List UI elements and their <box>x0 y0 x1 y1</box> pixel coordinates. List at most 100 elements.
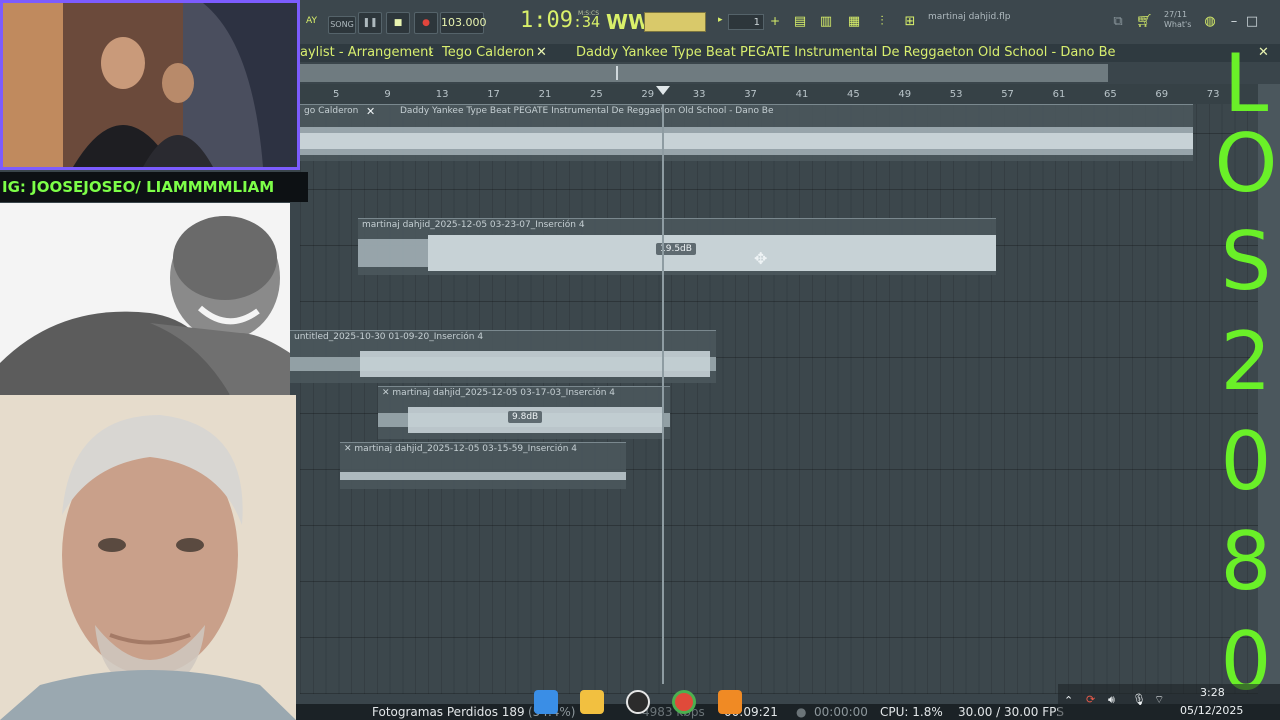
fl-studio-icon[interactable] <box>718 690 742 714</box>
stream-time: 00:00:00 <box>814 705 868 719</box>
timeline-ruler[interactable]: 5 9 13 17 21 25 29 33 37 41 45 49 53 57 61 65 69 73 <box>300 84 1258 105</box>
playlist-arrangement-name: Tego Calderon <box>442 45 535 60</box>
close-icon[interactable]: ✕ <box>536 44 547 62</box>
ruler-tick: 33 <box>692 89 706 100</box>
ruler-tick: 61 <box>1052 89 1066 100</box>
clip-close-icon[interactable]: ✕ <box>366 105 375 118</box>
ruler-tick: 57 <box>1001 89 1014 100</box>
fps-display: 30.00 / 30.00 FPS <box>958 705 1064 719</box>
ruler-tick: 53 <box>949 89 963 100</box>
fl-toolbar: AY SONG ❚❚ ■ ● 103.000 1:09:34 M:S:CS WW… <box>300 0 1280 45</box>
piano-roll-icon[interactable]: ▥ <box>818 14 834 30</box>
clip-label: go Calderon <box>304 106 359 116</box>
clip-waveform <box>300 127 1193 155</box>
chrome-icon[interactable] <box>672 690 696 714</box>
ruler-tick: 41 <box>795 89 809 100</box>
pause-button[interactable]: ❚❚ <box>358 12 382 34</box>
record-icon: ● <box>422 18 430 28</box>
clip-close-icon[interactable]: ✕ <box>382 388 392 398</box>
ruler-tick: 29 <box>641 89 655 100</box>
audio-clip[interactable]: martinaj dahjid_2025-12-05 03-23-07_Inse… <box>358 218 996 275</box>
tray-expand-icon[interactable]: ⌃ <box>1064 694 1073 707</box>
add-pattern-icon[interactable]: + <box>770 14 780 28</box>
dropped-frames: Fotogramas Perdidos 189 <box>372 705 525 719</box>
ruler-tick: 17 <box>487 89 500 100</box>
ruler-tick: 9 <box>384 89 391 100</box>
pattern-selector[interactable]: 1 <box>728 14 764 30</box>
cpu-usage: CPU: 1.8% <box>880 705 943 719</box>
clip-label-text: martinaj dahjid_2025-12-05 03-17-03_Inse… <box>392 388 615 398</box>
record-button[interactable]: ● <box>414 12 438 34</box>
clip-label: martinaj dahjid_2025-12-05 03-23-07_Inse… <box>362 220 585 230</box>
playlist-icon[interactable]: ▤ <box>792 14 808 30</box>
playhead-line[interactable] <box>662 104 664 684</box>
audio-clip[interactable]: ✕ martinaj dahjid_2025-12-05 03-15-59_In… <box>340 442 626 489</box>
ruler-tick: 37 <box>744 89 757 100</box>
ruler-tick: 69 <box>1155 89 1169 100</box>
tempo-display[interactable]: 103.000 <box>440 12 487 34</box>
ruler-tick: 25 <box>590 89 603 100</box>
ruler-tick: 21 <box>538 89 552 100</box>
news-panel[interactable]: 27/11 What's <box>1164 10 1191 30</box>
plugin-icon[interactable]: ⧉ <box>1110 14 1126 30</box>
clip-label: ✕ martinaj dahjid_2025-12-05 03-15-59_In… <box>344 444 577 454</box>
channel-rack-icon[interactable]: ▦ <box>846 14 862 30</box>
clip-label: untitled_2025-10-30 01-09-20_Inserción 4 <box>294 332 484 342</box>
volume-icon[interactable]: 🔊︎ <box>1108 693 1115 707</box>
stream-overlay-letters: L O S 2 0 8 0 <box>1212 44 1280 704</box>
playlist-title: aylist - Arrangement <box>300 45 434 60</box>
clip-close-icon[interactable]: ✕ <box>344 444 354 454</box>
playhead-marker-icon[interactable] <box>656 86 670 95</box>
scroll-position-marker <box>616 66 618 80</box>
pause-icon: ❚❚ <box>362 18 378 28</box>
arrow-right-icon[interactable]: ▸ <box>718 15 723 25</box>
mic-icon[interactable]: 🎙︎ <box>1132 693 1146 706</box>
ruler-tick: 49 <box>898 89 912 100</box>
volume-db-badge: 9.8dB <box>508 411 543 423</box>
windows-taskbar <box>528 684 758 720</box>
ruler-tick: 5 <box>333 89 340 100</box>
playlist-selected-clip: Daddy Yankee Type Beat PEGATE Instrument… <box>576 45 1116 60</box>
shop-cart-icon[interactable]: 🛒︎ <box>1136 14 1153 30</box>
webcam-scene <box>3 3 297 167</box>
file-explorer-icon[interactable] <box>580 690 604 714</box>
clip-waveform <box>340 472 626 480</box>
wifi-icon[interactable]: ⌔ <box>1154 693 1164 707</box>
playlist-title-bar: aylist - Arrangement › Tego Calderon ✕ D… <box>300 44 1280 62</box>
song-mode-button[interactable]: SONG <box>328 16 356 34</box>
clip-label-text: martinaj dahjid_2025-12-05 03-15-59_Inse… <box>354 444 577 454</box>
overlay-photo-man-portrait <box>0 395 296 720</box>
news-label: What's <box>1164 20 1192 29</box>
mixer-icon[interactable]: ⫶ <box>874 14 890 30</box>
audio-clip[interactable]: go Calderon ✕ Daddy Yankee Type Beat PEG… <box>300 104 1193 161</box>
tray-time[interactable]: 3:28 <box>1200 686 1225 699</box>
title-separator: › <box>428 45 434 60</box>
globe-icon[interactable]: ◍ <box>1202 14 1218 30</box>
playlist-track-area[interactable]: go Calderon ✕ Daddy Yankee Type Beat PEG… <box>290 104 1258 694</box>
ruler-tick: 45 <box>847 89 860 100</box>
horizontal-scrollbar[interactable] <box>300 64 1108 82</box>
stop-button[interactable]: ■ <box>386 12 410 34</box>
audio-clip[interactable]: untitled_2025-10-30 01-09-20_Inserción 4 <box>290 330 716 383</box>
tray-date[interactable]: 05/12/2025 <box>1180 704 1243 717</box>
ruler-tick: 13 <box>435 89 449 100</box>
windows-start-icon[interactable] <box>534 690 558 714</box>
overlay-letter: 0 <box>1220 415 1272 508</box>
overlay-letter: 2 <box>1220 315 1272 408</box>
time-unit-label: M:S:CS <box>578 10 600 17</box>
obs-icon[interactable] <box>626 690 650 714</box>
maximize-icon[interactable]: □ <box>1244 14 1260 30</box>
audio-clip[interactable]: ✕ martinaj dahjid_2025-12-05 03-17-03_In… <box>378 386 670 439</box>
instagram-banner: IG: JOOSEJOSEO/ LIAMMMMLIAM <box>0 172 308 202</box>
network-error-icon[interactable]: ⟳ <box>1086 693 1095 706</box>
minimize-icon[interactable]: – <box>1226 14 1242 30</box>
webcam-overlay <box>0 0 300 170</box>
photo-man-portrait <box>0 395 296 720</box>
pat-song-indicator: AY <box>306 16 317 26</box>
clip-label: ✕ martinaj dahjid_2025-12-05 03-17-03_In… <box>382 388 615 398</box>
clip-waveform <box>290 351 716 377</box>
overlay-letter: O <box>1214 117 1278 210</box>
browser-icon[interactable]: ⊞ <box>902 14 918 30</box>
clip-label-secondary: Daddy Yankee Type Beat PEGATE Instrument… <box>400 106 774 116</box>
photo-smiling-man <box>0 203 290 395</box>
